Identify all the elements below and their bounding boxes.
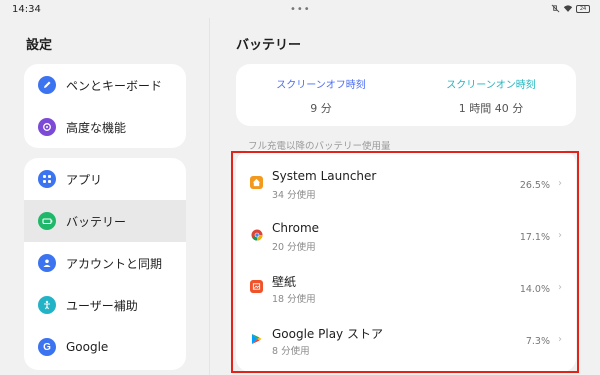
screen-on-label: スクリーンオン時刻: [446, 80, 536, 91]
accessibility-icon: [38, 296, 56, 314]
nav-item-google[interactable]: G Google: [24, 326, 186, 368]
page-title: バッテリー: [236, 38, 302, 53]
nav-item-advanced-features[interactable]: 高度な機能: [24, 106, 186, 148]
nav-label: Google: [66, 340, 109, 354]
screen-off-label: スクリーンオフ時刻: [276, 80, 366, 91]
nav-label: ペンとキーボード: [66, 78, 163, 93]
nav-label: アプリ: [66, 172, 103, 187]
advanced-features-icon: [38, 118, 56, 136]
google-icon: G: [38, 338, 56, 356]
nav-item-apps[interactable]: アプリ: [24, 158, 186, 200]
screen-on-block: スクリーンオン時刻 1 時間 40 分: [406, 76, 576, 116]
pen-icon: [38, 76, 56, 94]
battery-status-icon: 24: [576, 4, 590, 13]
wifi-icon: [563, 4, 573, 13]
status-time: 14:34: [12, 4, 41, 15]
account-icon: [38, 254, 56, 272]
settings-group-2: アプリ バッテリー アカウントと同期 ユーザー補助 G Google: [24, 158, 186, 370]
nav-label: バッテリー: [66, 214, 127, 229]
screen-on-value: 1 時間 40 分: [458, 102, 524, 115]
settings-group-1: ペンとキーボード 高度な機能: [24, 64, 186, 148]
screen-off-block: スクリーンオフ時刻 9 分: [236, 76, 406, 116]
battery-icon: [38, 212, 56, 230]
settings-title: 設定: [26, 38, 53, 53]
nav-label: 高度な機能: [66, 120, 127, 135]
system-icons: 24: [551, 4, 590, 13]
nav-item-account-sync[interactable]: アカウントと同期: [24, 242, 186, 284]
nav-label: ユーザー補助: [66, 298, 138, 313]
multitask-dots[interactable]: •••: [290, 4, 311, 15]
screen-time-card: スクリーンオフ時刻 9 分 スクリーンオン時刻 1 時間 40 分: [236, 64, 576, 126]
screen-off-value: 9 分: [310, 102, 332, 115]
nav-item-pen-keyboard[interactable]: ペンとキーボード: [24, 64, 186, 106]
nav-item-accessibility[interactable]: ユーザー補助: [24, 284, 186, 326]
mute-icon: [551, 4, 560, 13]
nav-label: アカウントと同期: [66, 256, 163, 271]
highlight-box: [231, 151, 579, 373]
status-bar: 14:34 ••• 24: [0, 0, 600, 18]
apps-icon: [38, 170, 56, 188]
pane-divider: [209, 18, 210, 375]
nav-item-battery[interactable]: バッテリー: [24, 200, 186, 242]
